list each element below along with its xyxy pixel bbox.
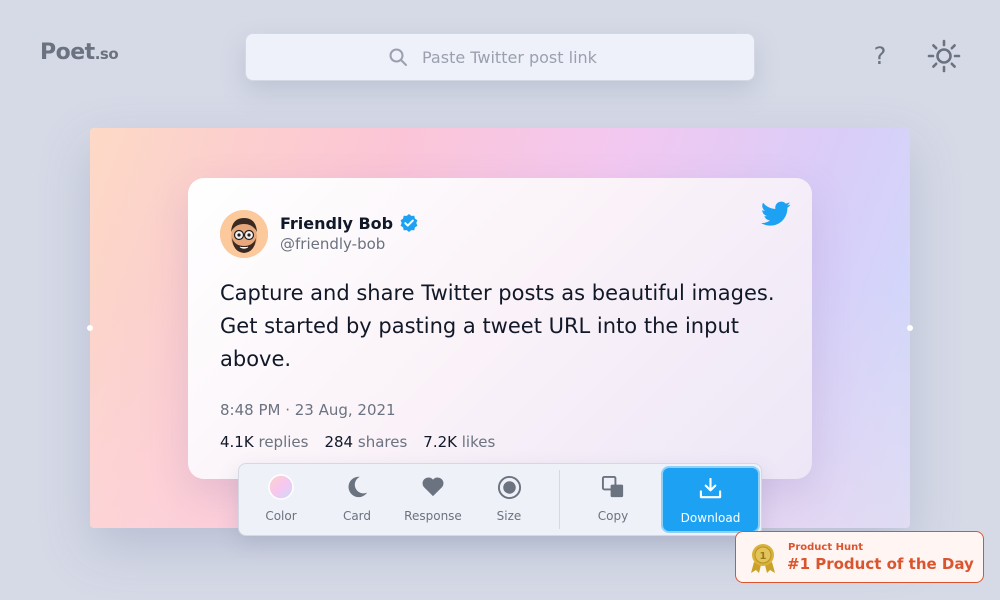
search-bar[interactable]	[245, 33, 755, 81]
copy-icon	[600, 474, 626, 500]
twitter-bird-icon	[761, 201, 791, 226]
color-label: Color	[265, 509, 297, 523]
likes-label: likes	[461, 433, 496, 451]
product-hunt-badge[interactable]: 1 Product Hunt #1 Product of the Day	[735, 531, 984, 583]
medal-number: 1	[760, 551, 767, 562]
tweet-text: Capture and share Twitter posts as beaut…	[220, 281, 775, 371]
product-hunt-label: Product Hunt	[788, 542, 863, 553]
size-label: Size	[496, 509, 522, 523]
medal-icon: 1	[751, 544, 775, 573]
author-name: Friendly Bob	[280, 213, 394, 233]
help-icon[interactable]: ?	[868, 40, 892, 72]
copy-button[interactable]: Copy	[575, 464, 651, 535]
response-label: Response	[404, 509, 462, 523]
shares-stat: 284 shares	[324, 433, 407, 451]
download-icon	[698, 476, 723, 505]
color-button[interactable]: Color	[243, 464, 319, 535]
author-handle: @friendly-bob	[280, 235, 386, 253]
author-name-row: Friendly Bob	[280, 213, 419, 233]
search-icon	[389, 48, 407, 66]
logo[interactable]: Poet.so	[40, 40, 119, 65]
toolbar-divider	[559, 470, 560, 529]
likes-stat: 7.2K likes	[423, 433, 495, 451]
logo-suffix: .so	[94, 45, 119, 63]
replies-label: replies	[258, 433, 309, 451]
sun-icon[interactable]	[927, 39, 961, 73]
verified-badge-icon	[400, 214, 418, 232]
replies-stat: 4.1K replies	[220, 433, 308, 451]
toolbar: Color Card Response Size Copy Download	[238, 463, 762, 536]
avatar	[220, 210, 268, 258]
resize-handle-right[interactable]	[907, 325, 913, 331]
logo-main: Poet	[40, 40, 95, 65]
tweet-timestamp: 8:48 PM · 23 Aug, 2021	[220, 401, 396, 419]
shares-label: shares	[357, 433, 408, 451]
moon-icon	[344, 474, 370, 500]
likes-count: 7.2K	[423, 433, 457, 451]
color-swatch-icon	[268, 474, 294, 500]
shares-count: 284	[324, 433, 354, 451]
tweet-stats: 4.1K replies 284 shares 7.2K likes	[220, 433, 511, 451]
card-label: Card	[342, 509, 372, 523]
download-label: Download	[680, 511, 741, 525]
download-button[interactable]: Download	[663, 468, 758, 531]
replies-count: 4.1K	[220, 433, 254, 451]
resize-handle-left[interactable]	[87, 325, 93, 331]
heart-icon	[420, 474, 446, 500]
tweet-card: Friendly Bob @friendly-bob Capture and s…	[188, 178, 812, 479]
record-icon	[496, 474, 522, 500]
search-input[interactable]	[422, 47, 612, 67]
product-hunt-title: #1 Product of the Day	[787, 555, 974, 573]
copy-label: Copy	[597, 509, 629, 523]
size-button[interactable]: Size	[471, 464, 547, 535]
response-button[interactable]: Response	[395, 464, 471, 535]
card-button[interactable]: Card	[319, 464, 395, 535]
